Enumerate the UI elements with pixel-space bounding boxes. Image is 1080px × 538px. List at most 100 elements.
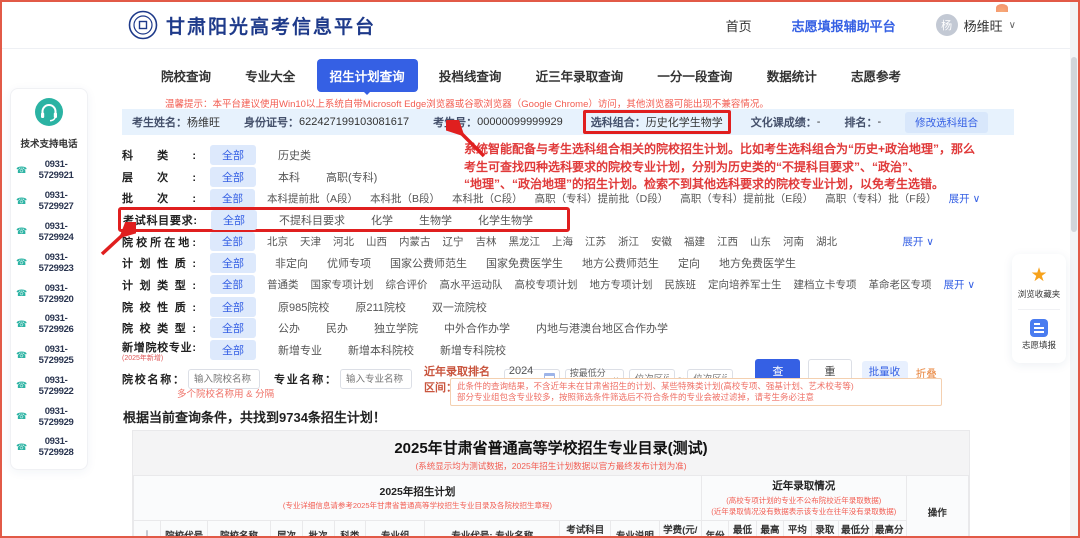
filter-option[interactable]: 新增专业 bbox=[278, 342, 322, 358]
filter-option[interactable]: 高职（专科）提前批（E段） bbox=[680, 191, 813, 206]
site-logo[interactable]: 甘肃阳光高考信息平台 bbox=[128, 10, 376, 40]
filter-option-all[interactable]: 全部 bbox=[210, 189, 255, 208]
expand-link[interactable]: 展开 ∨ bbox=[902, 234, 934, 249]
filter-option[interactable]: 国家免费医学生 bbox=[486, 255, 563, 271]
filter-option[interactable]: 浙江 bbox=[618, 234, 639, 249]
user-menu[interactable]: 杨 杨维旺 ∨ bbox=[936, 14, 1016, 36]
filter-option[interactable]: 新增专科院校 bbox=[440, 342, 506, 358]
nav-home-link[interactable]: 首页 bbox=[726, 16, 752, 35]
filter-option[interactable]: 湖北 bbox=[816, 234, 837, 249]
favorites-label: 浏览收藏夹 bbox=[1014, 288, 1064, 300]
filter-option[interactable]: 地方免费医学生 bbox=[719, 255, 796, 271]
filter-option[interactable]: 独立学院 bbox=[374, 320, 418, 336]
major-name-input[interactable] bbox=[340, 369, 412, 389]
filter-option[interactable]: 黑龙江 bbox=[509, 234, 541, 249]
filter-option[interactable]: 普通类 bbox=[267, 277, 299, 292]
filter-option-all[interactable]: 全部 bbox=[210, 232, 255, 251]
filter-option[interactable]: 福建 bbox=[684, 234, 705, 249]
filter-option[interactable]: 地方专项计划 bbox=[590, 277, 653, 292]
favorites-menu-item[interactable]: ★ 浏览收藏夹 bbox=[1014, 264, 1064, 302]
filter-option[interactable]: 生物学 bbox=[419, 212, 452, 228]
filter-option[interactable]: 中外合作办学 bbox=[444, 320, 510, 336]
filter-option[interactable]: 历史类 bbox=[278, 147, 311, 163]
filter-option[interactable]: 本科批（C段） bbox=[452, 191, 523, 206]
scrollbar-thumb[interactable] bbox=[1071, 57, 1077, 232]
filter-option[interactable]: 非定向 bbox=[275, 255, 308, 271]
filter-option[interactable]: 国家公费师范生 bbox=[390, 255, 467, 271]
filter-option-all[interactable]: 全部 bbox=[210, 297, 256, 317]
filter-option[interactable]: 不提科目要求 bbox=[279, 212, 345, 228]
filter-option[interactable]: 化学生物学 bbox=[478, 212, 533, 228]
tab-1[interactable]: 院校查询 bbox=[148, 59, 224, 92]
tab-4[interactable]: 投档线查询 bbox=[426, 59, 515, 92]
expand-link[interactable]: 展开 ∨ bbox=[949, 191, 981, 206]
filter-option[interactable]: 原985院校 bbox=[278, 299, 329, 315]
filter-option[interactable]: 高水平运动队 bbox=[440, 277, 503, 292]
filter-option-all[interactable]: 全部 bbox=[210, 340, 256, 360]
filter-option[interactable]: 辽宁 bbox=[443, 234, 464, 249]
phone-icon: ☎ bbox=[16, 320, 27, 329]
filter-option[interactable]: 河南 bbox=[783, 234, 804, 249]
tab-2[interactable]: 专业大全 bbox=[232, 59, 308, 92]
filter-option[interactable]: 新增本科院校 bbox=[348, 342, 414, 358]
scrollbar-track[interactable] bbox=[1070, 2, 1078, 536]
support-phone-number: 0931-5729927 bbox=[30, 190, 82, 212]
filter-option[interactable]: 高职（专科）批（F段） bbox=[825, 191, 936, 206]
filter-option-all[interactable]: 全部 bbox=[210, 275, 255, 294]
filter-option[interactable]: 定向培养军士生 bbox=[708, 277, 782, 292]
filter-option[interactable]: 山西 bbox=[366, 234, 387, 249]
group-plan-title: 2025年招生计划 bbox=[136, 486, 699, 500]
filter-option[interactable]: 内地与港澳台地区合作办学 bbox=[536, 320, 668, 336]
filter-option[interactable]: 双一流院校 bbox=[432, 299, 487, 315]
filter-option[interactable]: 建档立卡专项 bbox=[794, 277, 857, 292]
tab-7[interactable]: 数据统计 bbox=[754, 59, 830, 92]
plan-table: 2025年甘肃省普通高等学校招生专业目录(测试) (系统显示均为测试数据，202… bbox=[132, 430, 970, 538]
expand-link[interactable]: 展开 ∨ bbox=[944, 277, 976, 292]
filter-option[interactable]: 山东 bbox=[750, 234, 771, 249]
filter-option[interactable]: 江苏 bbox=[585, 234, 606, 249]
tab-6[interactable]: 一分一段查询 bbox=[644, 59, 745, 92]
filter-option-all[interactable]: 全部 bbox=[211, 210, 257, 230]
column-header: 专业代号: 专业名称 bbox=[425, 520, 560, 538]
tab-8[interactable]: 志愿参考 bbox=[838, 59, 914, 92]
filter-option[interactable]: 地方公费师范生 bbox=[582, 255, 659, 271]
filter-option[interactable]: 内蒙古 bbox=[399, 234, 431, 249]
phone-icon: ☎ bbox=[16, 381, 27, 390]
filter-option[interactable]: 化学 bbox=[371, 212, 393, 228]
filter-option-all[interactable]: 全部 bbox=[210, 318, 256, 338]
filter-option[interactable]: 吉林 bbox=[476, 234, 497, 249]
select-all-checkbox[interactable] bbox=[146, 530, 148, 538]
filter-option[interactable]: 上海 bbox=[552, 234, 573, 249]
modify-subject-combo-button[interactable]: 修改选科组合 bbox=[905, 112, 988, 133]
filter-option[interactable]: 北京 bbox=[267, 234, 288, 249]
filter-option[interactable]: 天津 bbox=[300, 234, 321, 249]
filter-option[interactable]: 安徽 bbox=[651, 234, 672, 249]
filter-option[interactable]: 民族班 bbox=[665, 277, 697, 292]
nav-assist-platform-link[interactable]: 志愿填报辅助平台 bbox=[792, 16, 896, 35]
student-field: 身份证号：622427199103081617 bbox=[244, 114, 409, 130]
filter-option[interactable]: 本科批（B段） bbox=[370, 191, 440, 206]
tab-5[interactable]: 近三年录取查询 bbox=[523, 59, 637, 92]
filter-option-all[interactable]: 全部 bbox=[210, 145, 256, 165]
filter-option[interactable]: 原211院校 bbox=[355, 299, 406, 315]
filter-option[interactable]: 河北 bbox=[333, 234, 354, 249]
filter-option[interactable]: 革命老区专项 bbox=[869, 277, 932, 292]
filter-option[interactable]: 定向 bbox=[678, 255, 700, 271]
column-header: 考试科目要求 bbox=[560, 520, 611, 538]
filter-option[interactable]: 民办 bbox=[326, 320, 348, 336]
filter-option[interactable]: 江西 bbox=[717, 234, 738, 249]
tab-3[interactable]: 招生计划查询 bbox=[317, 59, 418, 92]
filter-option[interactable]: 高校专项计划 bbox=[515, 277, 578, 292]
filter-option[interactable]: 公办 bbox=[278, 320, 300, 336]
filter-option[interactable]: 高职（专科）提前批（D段） bbox=[535, 191, 669, 206]
filter-option[interactable]: 优师专项 bbox=[327, 255, 371, 271]
site-title: 甘肃阳光高考信息平台 bbox=[166, 12, 376, 39]
fill-volunteer-menu-item[interactable]: 志愿填报 bbox=[1014, 317, 1064, 353]
filter-option[interactable]: 高职(专科) bbox=[326, 169, 377, 185]
filter-option-all[interactable]: 全部 bbox=[210, 253, 256, 273]
filter-option-all[interactable]: 全部 bbox=[210, 167, 256, 187]
filter-option[interactable]: 国家专项计划 bbox=[311, 277, 374, 292]
filter-option[interactable]: 综合评价 bbox=[386, 277, 428, 292]
filter-option[interactable]: 本科提前批（A段） bbox=[267, 191, 358, 206]
filter-option[interactable]: 本科 bbox=[278, 169, 300, 185]
